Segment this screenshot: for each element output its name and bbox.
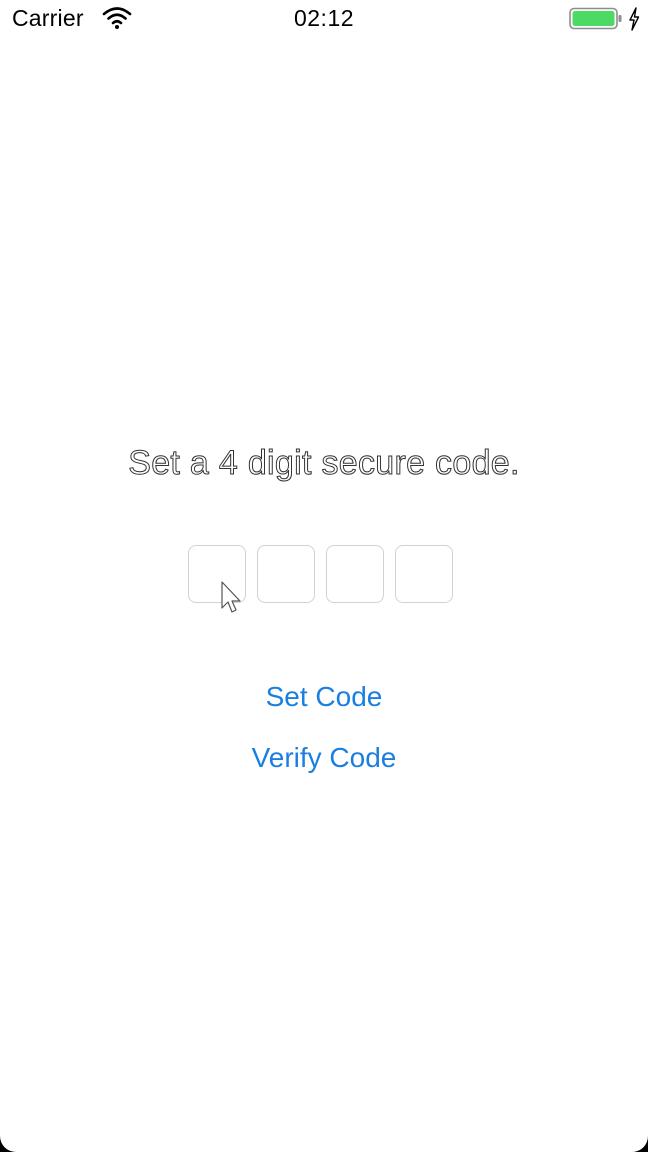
charging-bolt-icon: [627, 7, 641, 36]
status-bar: Carrier 02:12: [0, 0, 648, 40]
battery-icon: [569, 7, 623, 36]
code-digit-4[interactable]: [395, 545, 453, 603]
verify-code-button[interactable]: Verify Code: [0, 742, 648, 774]
code-input-group: [188, 545, 453, 603]
instruction-label: Set a 4 digit secure code.: [128, 444, 520, 483]
code-digit-3[interactable]: [326, 545, 384, 603]
code-digit-1[interactable]: [188, 545, 246, 603]
app-screen: Carrier 02:12 Set a 4 digit secure code.: [0, 0, 648, 1152]
status-time: 02:12: [293, 5, 355, 31]
set-code-button[interactable]: Set Code: [0, 681, 648, 713]
code-digit-2[interactable]: [257, 545, 315, 603]
